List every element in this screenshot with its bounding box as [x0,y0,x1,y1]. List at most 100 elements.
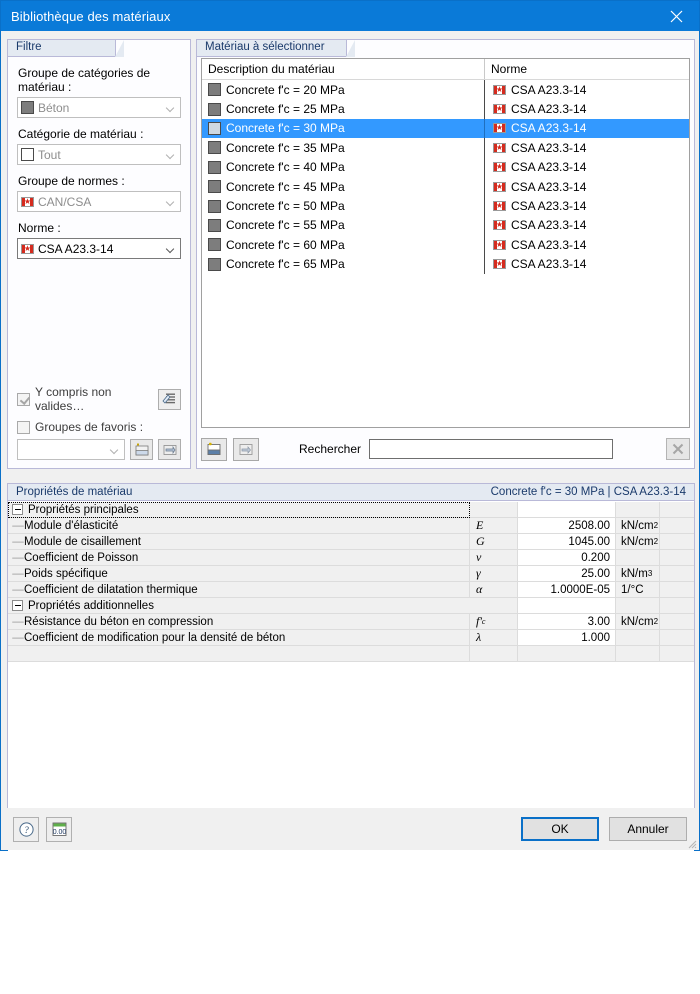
property-symbol-cell: ν [470,550,518,566]
table-row[interactable]: Concrete f'c = 65 MPa ★ CSA A23.3-14 [202,254,689,274]
property-spacer-cell [660,534,694,550]
filter-settings-button[interactable] [158,388,181,410]
property-row[interactable]: — Résistance du béton en compression f' c 3.… [8,614,694,630]
material-standard-text: CSA A23.3-14 [511,160,587,175]
material-description-cell: Concrete f'c = 50 MPa [202,196,485,216]
property-group-unit-cell [616,598,660,614]
material-standard-text: CSA A23.3-14 [511,82,587,97]
filter-settings-icon [162,393,175,404]
property-row[interactable]: — Coefficient de modification pour la den… [8,630,694,646]
property-group-row[interactable]: Propriétés principales [8,502,694,518]
material-standard-text: CSA A23.3-14 [511,237,587,252]
close-button[interactable] [653,1,699,31]
search-input[interactable] [369,439,614,459]
resize-grip-icon[interactable] [685,837,697,849]
property-value-cell: 1.0000E-05 [518,582,616,598]
units-button[interactable]: 0.00 [46,816,72,842]
table-row[interactable]: Concrete f'c = 25 MPa ★ CSA A23.3-14 [202,99,689,119]
table-row[interactable]: Concrete f'c = 35 MPa ★ CSA A23.3-14 [202,138,689,158]
property-group-spacer-cell [660,502,694,518]
material-standard-cell: ★ CSA A23.3-14 [485,177,689,196]
material-standard-cell: ★ CSA A23.3-14 [485,158,689,177]
new-favorites-group-button[interactable] [130,439,153,460]
material-description-text: Concrete f'c = 60 MPa [226,237,345,252]
material-color-swatch-icon [208,238,221,252]
ok-button[interactable]: OK [521,817,599,841]
material-color-swatch-icon [208,83,221,97]
favorites-controls [17,439,181,460]
table-row[interactable]: Concrete f'c = 40 MPa ★ CSA A23.3-14 [202,157,689,177]
material-standard-cell: ★ CSA A23.3-14 [485,216,689,235]
standard-select[interactable]: ★ CSA A23.3-14 [17,238,181,259]
material-standard-text: CSA A23.3-14 [511,102,587,117]
material-category-label: Catégorie de matériau : [18,127,144,141]
canada-flag-icon: ★ [21,196,34,207]
property-group-value-cell [518,598,616,614]
property-spacer-cell [660,550,694,566]
property-empty-name-cell [8,646,470,662]
chevron-down-icon [162,192,180,211]
include-invalid-checkbox[interactable] [17,392,30,406]
table-row[interactable]: Concrete f'c = 20 MPa ★ CSA A23.3-14 [202,80,689,100]
property-group-symbol-cell [470,502,518,518]
favorites-checkbox[interactable] [17,420,30,434]
open-favorites-group-button[interactable] [158,439,181,460]
table-row[interactable]: Concrete f'c = 45 MPa ★ CSA A23.3-14 [202,176,689,197]
property-row[interactable]: — Module de cisaillement G 1045.00 kN/cm 2 [8,534,694,550]
import-material-button[interactable] [233,437,259,461]
material-list[interactable]: Description du matériau Norme Concrete f… [201,58,690,428]
filter-panel-content: Groupe de catégories de matériau : Béton… [8,58,190,468]
material-category-select[interactable]: Tout [17,144,181,165]
properties-table: Propriétés principales — Module d'élastici… [8,502,694,994]
collapse-toggle-icon[interactable] [12,600,23,611]
table-row[interactable]: Concrete f'c = 50 MPa ★ CSA A23.3-14 [202,196,689,216]
material-standard-text: CSA A23.3-14 [511,199,587,214]
property-group-row[interactable]: Propriétés additionnelles [8,598,694,614]
help-button[interactable]: ? [13,816,39,842]
property-row[interactable]: — Poids spécifique γ 25.00 kN/m 3 [8,566,694,582]
standard-group-label: Groupe de normes : [18,174,125,188]
material-select-header: Matériau à sélectionner [197,40,355,57]
property-empty-symbol-cell [470,646,518,662]
clear-search-button[interactable] [666,438,690,460]
property-row[interactable]: — Module d'élasticité E 2508.00 kN/cm 2 [8,518,694,534]
material-standard-text: CSA A23.3-14 [511,179,587,194]
property-spacer-cell [660,582,694,598]
property-name-cell: — Coefficient de Poisson [8,550,470,566]
cancel-button[interactable]: Annuler [609,817,687,841]
include-invalid-row: Y compris non valides… [17,385,181,413]
favorites-select[interactable] [17,439,125,460]
table-row[interactable]: Concrete f'c = 60 MPa ★ CSA A23.3-14 [202,235,689,255]
collapse-toggle-icon[interactable] [12,504,23,515]
property-group-spacer-cell [660,598,694,614]
standard-value: CSA A23.3-14 [38,241,114,256]
material-description-text: Concrete f'c = 35 MPa [226,140,345,155]
property-name-text: Coefficient de dilatation thermique [24,583,198,596]
table-row[interactable]: Concrete f'c = 30 MPa ★ CSA A23.3-14 [202,118,689,139]
column-header-description: Description du matériau [202,59,485,79]
material-category-group-select[interactable]: Béton [17,97,181,118]
svg-text:0.00: 0.00 [52,829,66,836]
material-description-text: Concrete f'c = 20 MPa [226,82,345,97]
property-name-text: Résistance du béton en compression [24,615,214,628]
property-row[interactable]: — Coefficient de dilatation thermique α 1.0… [8,582,694,598]
property-group-symbol-cell [470,598,518,614]
canada-flag-icon: ★ [493,123,506,134]
new-material-button[interactable] [201,437,227,461]
standard-group-select[interactable]: ★ CAN/CSA [17,191,181,212]
chevron-down-icon [162,98,180,117]
material-description-text: Concrete f'c = 25 MPa [226,102,345,117]
filter-panel: Filtre Groupe de catégories de matériau … [7,39,191,469]
property-unit-cell [616,630,660,646]
favorites-label: Groupes de favoris : [35,420,144,434]
gray-square-icon [21,101,34,114]
standard-group-value: CAN/CSA [38,194,92,209]
canada-flag-icon: ★ [493,239,506,250]
canada-flag-icon: ★ [493,181,506,192]
canada-flag-icon: ★ [493,104,506,115]
table-row[interactable]: Concrete f'c = 55 MPa ★ CSA A23.3-14 [202,215,689,236]
property-row[interactable]: — Coefficient de Poisson ν 0.200 [8,550,694,566]
material-search-row: Rechercher [201,434,690,464]
property-spacer-cell [660,614,694,630]
material-description-cell: Concrete f'c = 40 MPa [202,157,485,177]
